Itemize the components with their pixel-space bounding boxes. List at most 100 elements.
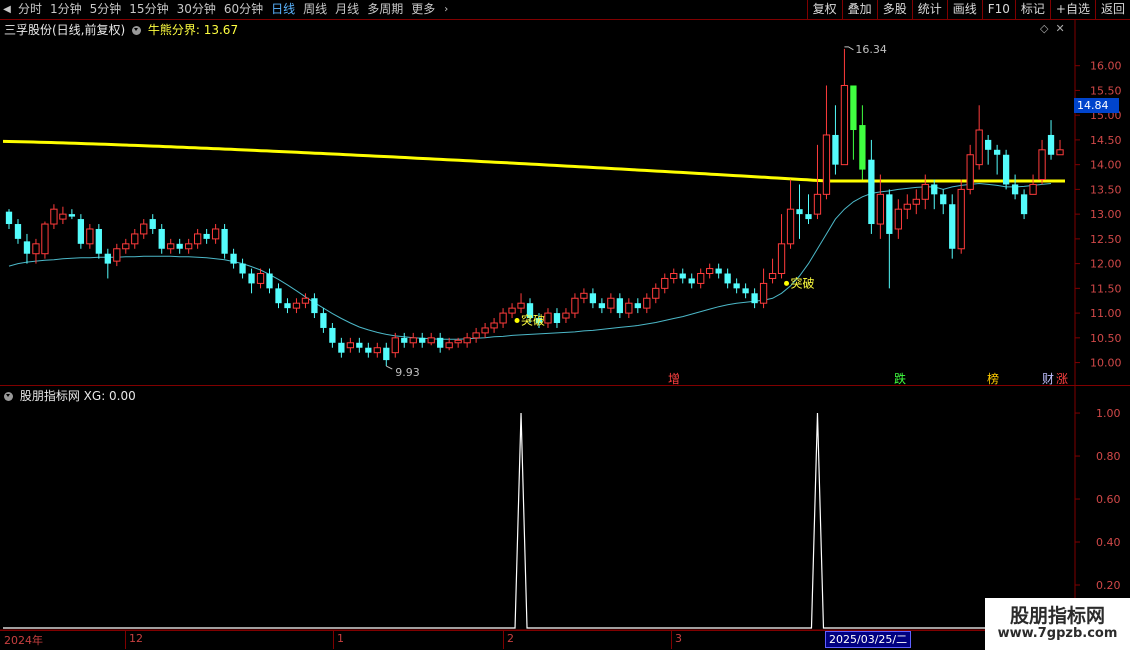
sub-y-tick-label: 0.20	[1096, 579, 1121, 592]
candle-down	[14, 224, 22, 239]
high-pointer	[844, 46, 854, 51]
breakout-dot	[784, 280, 790, 286]
candle-down	[284, 303, 291, 309]
candle-down	[949, 204, 956, 249]
candle-up	[391, 337, 399, 354]
date-label: 1	[337, 632, 344, 645]
high-label: 16.34	[855, 43, 887, 56]
candle-up	[1029, 183, 1037, 195]
candle-up	[876, 193, 884, 225]
candle-down	[437, 337, 444, 348]
candle-up	[777, 243, 786, 275]
candle-up	[140, 223, 148, 235]
candle-down	[230, 253, 237, 264]
sub-y-tick-label: 0.80	[1096, 450, 1121, 463]
candle-down	[598, 303, 606, 309]
candle-down	[553, 313, 561, 323]
event-marker-list[interactable]: 榜	[987, 370, 999, 387]
candle-up	[786, 208, 795, 245]
y-tick-label: 15.50	[1090, 84, 1122, 97]
candle-up	[490, 322, 498, 329]
candle-up	[966, 154, 974, 190]
candle-down	[77, 219, 85, 244]
candle-down	[993, 149, 1001, 155]
candle-down	[311, 298, 318, 314]
event-marker-increase[interactable]: 增	[668, 370, 680, 387]
candle-down	[149, 219, 156, 229]
date-tick	[503, 631, 504, 649]
candle-down	[850, 85, 857, 131]
candle-up	[50, 208, 58, 225]
date-label: 2	[507, 632, 514, 645]
candle-up	[670, 273, 678, 279]
candle-down	[589, 293, 597, 304]
candle-down	[1002, 154, 1010, 185]
candle-down	[383, 347, 390, 361]
candle-up	[59, 213, 67, 220]
candle-down	[868, 159, 875, 225]
candle-down	[338, 342, 345, 353]
candle-up	[697, 273, 705, 284]
event-marker-drop[interactable]: 跌	[894, 370, 906, 387]
y-tick-label: 12.00	[1090, 258, 1122, 271]
event-marker-finance[interactable]: 财	[1042, 370, 1054, 387]
breakout-label: 突破	[791, 275, 815, 290]
candle-down	[805, 214, 812, 220]
candle-up	[517, 302, 525, 309]
candle-up	[122, 243, 130, 250]
candle-up	[912, 198, 920, 205]
low-pointer	[386, 365, 393, 370]
y-tick-label: 13.50	[1090, 183, 1122, 196]
y-tick-label: 14.00	[1090, 159, 1122, 172]
candle-down	[203, 233, 210, 239]
candle-up	[562, 312, 570, 319]
candle-up	[211, 228, 220, 240]
candle-down	[724, 273, 731, 284]
y-tick-label: 13.00	[1090, 208, 1122, 221]
breakout-dot	[514, 318, 520, 324]
candle-down	[329, 327, 336, 343]
candle-down	[832, 134, 839, 165]
candle-down	[158, 228, 165, 249]
candle-up	[194, 233, 202, 245]
y-tick-label: 10.00	[1090, 357, 1122, 370]
candle-up	[661, 277, 669, 289]
sub-y-tick-label: 0.40	[1096, 536, 1121, 549]
candle-down	[401, 337, 408, 343]
candle-up	[463, 337, 471, 344]
candle-down	[23, 241, 31, 254]
date-tick	[671, 631, 672, 649]
candle-up	[957, 188, 965, 250]
y-tick-label: 10.50	[1090, 332, 1122, 345]
candle-up	[454, 339, 462, 344]
candle-up	[975, 129, 983, 166]
y-tick-label: 11.50	[1090, 282, 1122, 295]
breakout-label: 突破	[521, 313, 545, 328]
sub-y-tick-label: 0.60	[1096, 493, 1121, 506]
candle-down	[419, 337, 426, 343]
candle-down	[221, 228, 228, 254]
candle-up	[41, 223, 49, 255]
watermark-name: 股朋指标网	[1009, 605, 1105, 627]
date-axis: 2024年 12 1 2 3	[0, 630, 1075, 649]
candle-down	[733, 283, 740, 289]
candle-down	[365, 347, 372, 353]
candle-down	[320, 313, 327, 328]
date-tick	[333, 631, 334, 649]
candle-down	[239, 263, 246, 274]
candle-down	[751, 293, 758, 304]
bull-bear-line	[2, 139, 1065, 183]
candle-up	[113, 248, 121, 262]
event-marker-rise[interactable]: 涨	[1056, 370, 1068, 387]
chart-canvas[interactable]: 10.0010.5011.0011.5012.0012.5013.0013.50…	[0, 0, 1130, 650]
candle-up	[445, 342, 453, 349]
candle-up	[508, 307, 516, 314]
watermark-url: www.7gpzb.com	[997, 626, 1118, 641]
candle-down	[616, 298, 623, 314]
candle-up	[481, 327, 489, 334]
candle-up	[894, 208, 902, 230]
y-tick-label: 14.50	[1090, 134, 1122, 147]
candle-down	[940, 194, 947, 205]
watermark: 股朋指标网 www.7gpzb.com	[985, 598, 1130, 650]
candle-up	[167, 243, 175, 250]
